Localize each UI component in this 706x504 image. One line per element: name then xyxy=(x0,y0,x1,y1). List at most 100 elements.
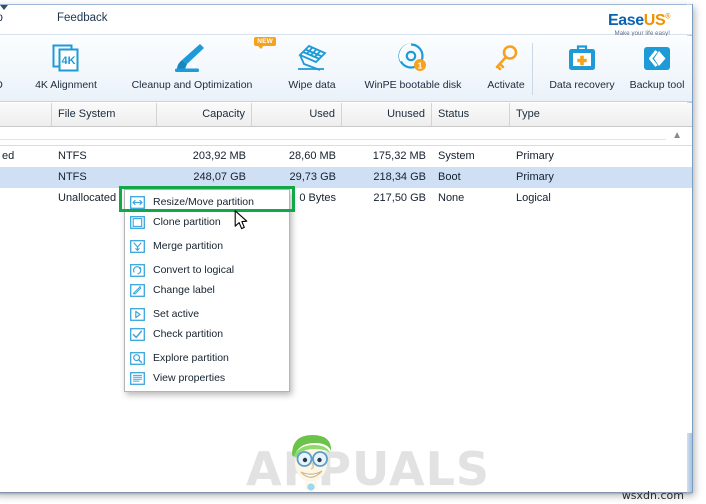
cell-file-system: NTFS xyxy=(58,150,87,162)
context-menu-item-change-label[interactable]: Change label xyxy=(125,280,289,300)
column-header-unused[interactable]: Unused xyxy=(342,103,432,126)
logo-registered-mark: ® xyxy=(665,13,670,21)
cell-partition xyxy=(0,188,52,209)
wsxdn-watermark: wsxdn.com xyxy=(621,489,684,502)
context-menu-item-merge-partition[interactable]: Merge partition xyxy=(125,236,289,256)
convert-logical-icon xyxy=(129,263,146,278)
cell-unused: 217,50 GB xyxy=(373,192,426,204)
context-menu-label: Set active xyxy=(153,308,200,320)
caret-down-icon[interactable] xyxy=(0,5,8,10)
context-menu-label: Change label xyxy=(153,284,215,296)
table-subbar: ▲ xyxy=(0,127,692,146)
cell-status: Boot xyxy=(438,171,461,183)
cell-used: 29,73 GB xyxy=(289,171,336,183)
table-header-row: File System Capacity Used Unused Status … xyxy=(0,103,692,127)
context-menu-label: Clone partition xyxy=(153,216,221,228)
column-header-partition[interactable] xyxy=(0,103,52,126)
svg-text:1: 1 xyxy=(418,61,423,71)
mouse-cursor xyxy=(234,210,249,236)
4k-alignment-icon: 4K xyxy=(16,40,116,76)
cell-status: None xyxy=(438,192,465,204)
truncated-icon xyxy=(0,40,14,76)
logo-wordmark: EaseUS® xyxy=(608,13,670,29)
toolbar-button-activate[interactable]: Activate xyxy=(474,40,538,100)
check-partition-icon xyxy=(129,327,146,342)
toolbar-label-backup-tool: Backup tool xyxy=(629,79,685,91)
toolbar-button-winpe-bootable-disk[interactable]: 1 WinPE bootable disk xyxy=(348,40,478,100)
cell-capacity: 248,07 GB xyxy=(193,171,246,183)
toolbar-label-truncated: D xyxy=(0,79,14,91)
wipe-data-icon xyxy=(272,40,352,76)
context-menu-item-check-partition[interactable]: Check partition xyxy=(125,324,289,344)
toolbar-button-4k-alignment[interactable]: 4K 4K Alignment xyxy=(16,40,116,100)
cell-file-system: NTFS xyxy=(58,171,87,183)
toolbar-label-wipe-data: Wipe data xyxy=(288,79,336,91)
data-recovery-kit-icon xyxy=(540,40,624,76)
easeus-logo: EaseUS® Make your life easy! xyxy=(608,13,670,38)
partition-table: File System Capacity Used Unused Status … xyxy=(0,103,692,433)
menu-item-feedback[interactable]: Feedback xyxy=(57,12,108,24)
table-row[interactable]: ed NTFS 203,92 MB 28,60 MB 175,32 MB Sys… xyxy=(0,146,692,167)
menu-item-help[interactable]: lp xyxy=(0,12,3,24)
toolbar-label-activate: Activate xyxy=(487,79,525,91)
context-menu-item-resize-move-partition[interactable]: Resize/Move partition xyxy=(125,192,289,212)
cell-type: Logical xyxy=(516,192,551,204)
toolbar-label-4k-alignment: 4K Alignment xyxy=(35,79,97,91)
cell-type: Primary xyxy=(516,171,554,183)
toolbar-button-wipe-data[interactable]: Wipe data xyxy=(272,40,352,100)
partition-context-menu: Resize/Move partition Clone partition Me… xyxy=(124,189,290,392)
column-header-status[interactable]: Status xyxy=(432,103,510,126)
chevron-up-icon[interactable]: ▲ xyxy=(672,131,682,141)
context-menu-item-view-properties[interactable]: View properties xyxy=(125,368,289,388)
context-menu-item-convert-to-logical[interactable]: Convert to logical xyxy=(125,260,289,280)
table-row[interactable]: Unallocated 217,50 GB 0 Bytes 217,50 GB … xyxy=(0,188,692,209)
context-menu-label: Check partition xyxy=(153,328,224,340)
context-menu-label: Convert to logical xyxy=(153,264,235,276)
context-menu-item-set-active[interactable]: Set active xyxy=(125,304,289,324)
column-header-used[interactable]: Used xyxy=(252,103,342,126)
context-menu-label: Explore partition xyxy=(153,352,229,364)
resize-move-icon xyxy=(129,195,146,210)
menu-bar: lp Feedback EaseUS® Make your life easy! xyxy=(0,5,692,38)
window-bottom-shadow xyxy=(0,492,692,495)
logo-us-text: US xyxy=(643,12,666,29)
cell-partition: ed xyxy=(2,150,15,162)
view-properties-icon xyxy=(129,371,146,386)
svg-text:4K: 4K xyxy=(61,55,75,67)
context-menu-label: Merge partition xyxy=(153,240,224,252)
cleanup-brush-icon: NEW xyxy=(112,37,276,76)
merge-partition-icon xyxy=(129,239,146,254)
column-header-type[interactable]: Type xyxy=(510,103,692,126)
toolbar-button-data-recovery[interactable]: Data recovery xyxy=(540,40,624,100)
activate-key-icon xyxy=(474,40,538,76)
winpe-disc-icon: 1 xyxy=(348,40,478,76)
table-row[interactable]: NTFS 248,07 GB 29,73 GB 218,34 GB Boot P… xyxy=(0,167,692,188)
toolbar-label-data-recovery: Data recovery xyxy=(549,79,615,91)
context-menu-label: View properties xyxy=(153,372,226,384)
backup-tool-icon xyxy=(622,40,692,76)
change-label-icon xyxy=(129,283,146,298)
main-toolbar: D 4K 4K Alignment NEW xyxy=(0,36,692,102)
easeus-partition-master-window: lp Feedback EaseUS® Make your life easy!… xyxy=(0,0,706,504)
context-menu-label: Resize/Move partition xyxy=(153,196,254,208)
subbar-rule xyxy=(0,139,666,140)
logo-ease-text: Ease xyxy=(608,12,644,29)
set-active-icon xyxy=(129,307,146,322)
cell-unused: 175,32 MB xyxy=(372,150,426,162)
cell-used: 28,60 MB xyxy=(288,150,336,162)
cell-type: Primary xyxy=(516,150,554,162)
toolbar-button-cleanup-optimization[interactable]: NEW Cleanup and Optimization xyxy=(112,37,276,100)
explore-partition-icon xyxy=(129,351,146,366)
context-menu-item-explore-partition[interactable]: Explore partition xyxy=(125,348,289,368)
context-menu-item-clone-partition[interactable]: Clone partition xyxy=(125,212,289,232)
toolbar-button-backup-tool[interactable]: Backup tool xyxy=(622,40,692,100)
toolbar-label-winpe-bootable-disk: WinPE bootable disk xyxy=(364,79,462,91)
toolbar-divider xyxy=(532,43,533,95)
toolbar-button-truncated[interactable]: D xyxy=(0,40,14,100)
cell-capacity: 203,92 MB xyxy=(192,150,246,162)
toolbar-label-cleanup-optimization: Cleanup and Optimization xyxy=(131,79,253,91)
cell-partition xyxy=(0,167,52,188)
column-header-file-system[interactable]: File System xyxy=(52,103,157,126)
clone-partition-icon xyxy=(129,215,146,230)
column-header-capacity[interactable]: Capacity xyxy=(157,103,252,126)
